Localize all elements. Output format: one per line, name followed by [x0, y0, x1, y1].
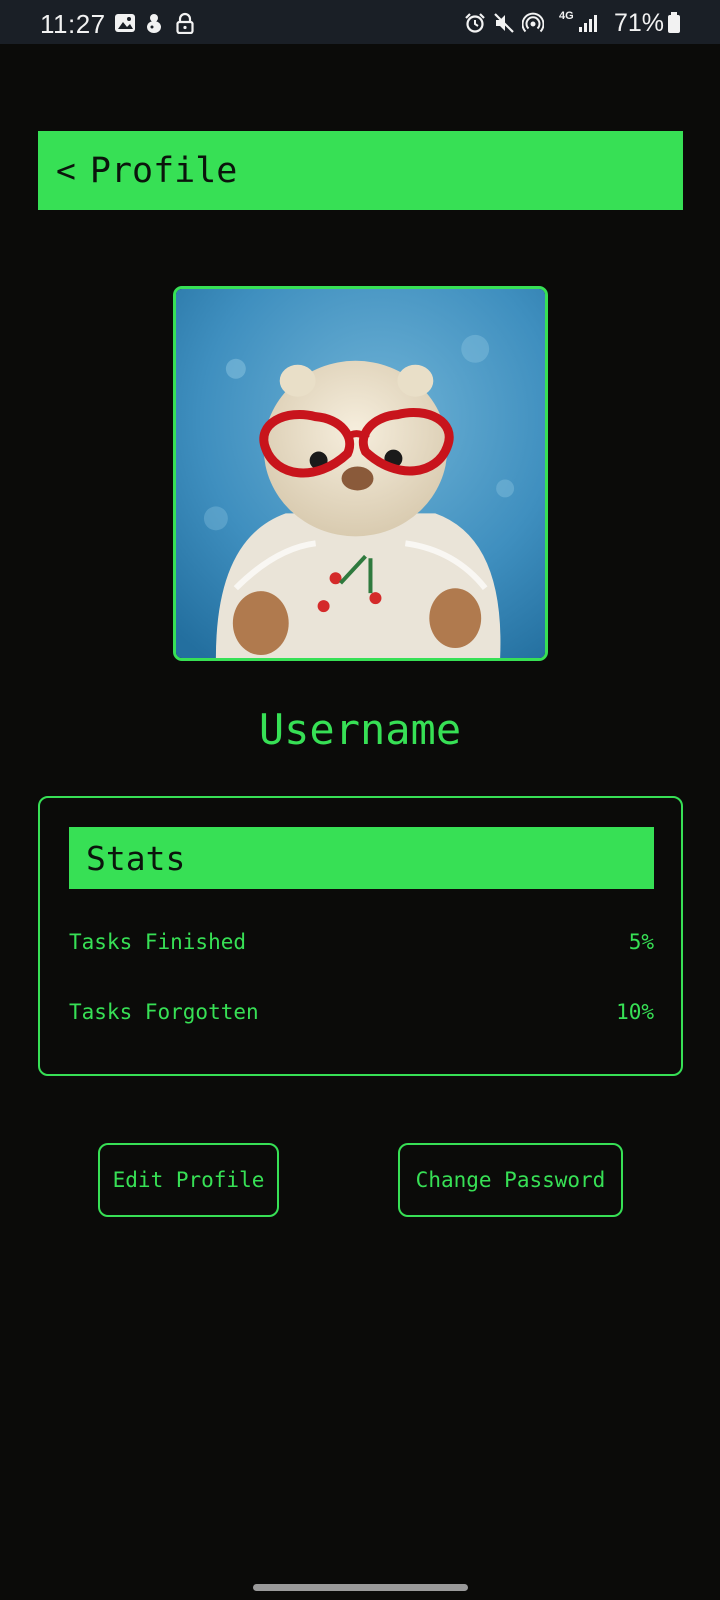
home-indicator[interactable] — [253, 1584, 468, 1591]
stat-label: Tasks Finished — [69, 930, 247, 954]
profile-picture — [176, 289, 545, 658]
mute-icon — [493, 12, 515, 34]
back-button[interactable]: < — [56, 151, 76, 190]
stat-row: Tasks Forgotten 10% — [69, 1000, 654, 1024]
hotspot-icon — [521, 12, 545, 34]
profile-header: < Profile — [38, 131, 683, 210]
stats-card: Stats Tasks Finished 5% Tasks Forgotten … — [38, 796, 683, 1076]
gallery-icon — [114, 12, 136, 34]
lock-icon — [174, 12, 196, 35]
stat-value: 10% — [616, 1000, 654, 1024]
network-type: 4G — [559, 10, 574, 22]
stats-title: Stats — [69, 827, 654, 889]
alarm-icon — [464, 12, 486, 34]
notification-app-icon — [143, 12, 165, 34]
page-title: Profile — [89, 150, 238, 191]
status-bar: 11:27 4G 71% — [0, 0, 720, 44]
battery-icon — [667, 12, 681, 34]
edit-profile-button[interactable]: Edit Profile — [98, 1143, 279, 1217]
stat-row: Tasks Finished 5% — [69, 930, 654, 954]
stat-label: Tasks Forgotten — [69, 1000, 259, 1024]
change-password-button[interactable]: Change Password — [398, 1143, 623, 1217]
status-time: 11:27 — [40, 9, 106, 39]
battery-percent: 71% — [614, 9, 665, 37]
username: Username — [258, 705, 462, 754]
stat-value: 5% — [628, 930, 654, 954]
avatar — [173, 286, 548, 661]
signal-icon — [577, 12, 599, 34]
